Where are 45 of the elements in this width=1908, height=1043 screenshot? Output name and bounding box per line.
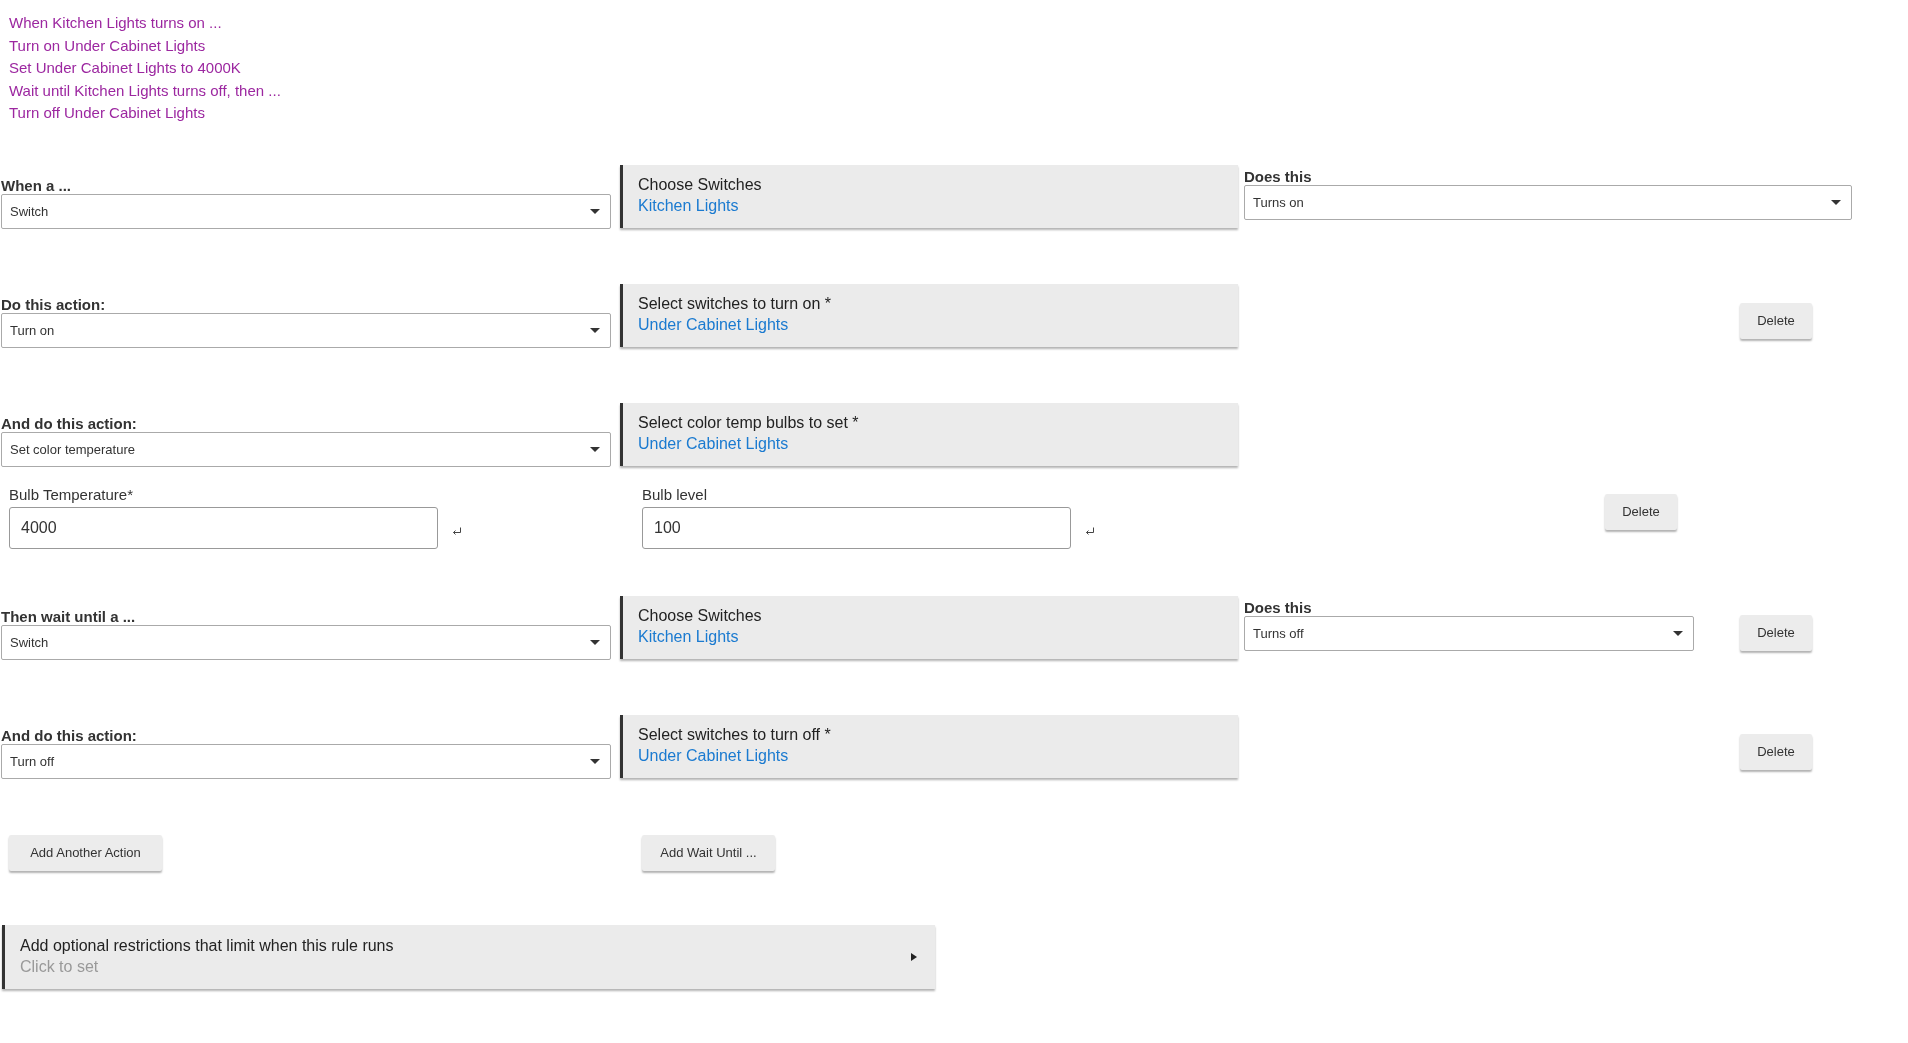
dropdown[interactable]: Set color temperature [1,431,611,467]
field-label: Bulb level [642,486,709,502]
add-button[interactable]: Add Another Action [9,834,162,871]
delete-button[interactable]: Delete [1605,493,1677,530]
number-input[interactable]: 100 [642,506,1071,549]
field-label: And do this action: [1,416,138,431]
summary-line: When Kitchen Lights turns on ... [9,13,223,33]
expand-arrow-icon [911,952,917,961]
caret-icon [590,327,600,333]
dropdown[interactable]: Switch [1,624,611,660]
add-button[interactable]: Add Wait Until ... [642,834,775,871]
device-chooser[interactable]: Choose Switches Kitchen Lights [620,595,1238,659]
dropdown[interactable]: Turns off [1244,615,1694,651]
caret-icon [1673,630,1683,636]
device-chooser[interactable]: Select switches to turn off * Under Cabinet Lights [620,714,1238,778]
field-label: And do this action: [1,728,138,743]
field-label: Does this [1244,600,1313,615]
field-label: Does this [1244,169,1313,184]
field-label: Bulb Temperature* [9,486,134,502]
caret-icon [590,639,600,645]
caret-icon [1831,199,1841,205]
caret-icon [590,208,600,214]
caret-icon [590,758,600,764]
field-label: When a ... [1,178,72,193]
caret-icon [590,446,600,452]
dropdown[interactable]: Switch [1,193,611,229]
dropdown[interactable]: Turn off [1,743,611,779]
dropdown[interactable]: Turn on [1,312,611,348]
delete-button[interactable]: Delete [1740,302,1812,339]
field-label: Then wait until a ... [1,609,137,624]
field-label: Do this action: [1,297,107,312]
device-chooser[interactable]: Select color temp bulbs to set * Under Cabinet Lights [620,402,1238,466]
summary-line: Set Under Cabinet Lights to 4000K [9,58,242,79]
number-input[interactable]: 4000 [9,506,438,549]
device-chooser[interactable]: Choose Switches Kitchen Lights [620,164,1238,228]
return-icon [452,526,462,536]
dropdown[interactable]: Turns on [1244,184,1852,220]
return-icon [1085,526,1095,536]
delete-button[interactable]: Delete [1740,733,1812,770]
summary-line: Turn on Under Cabinet Lights [9,35,207,56]
delete-button[interactable]: Delete [1740,614,1812,651]
summary-line: Turn off Under Cabinet Lights [9,103,206,124]
restrictions-panel[interactable]: Add optional restrictions that limit when this rule runs Click to set [2,924,935,989]
device-chooser[interactable]: Select switches to turn on * Under Cabinet Lights [620,283,1238,347]
summary-line: Wait until Kitchen Lights turns off, then ... [9,80,282,101]
